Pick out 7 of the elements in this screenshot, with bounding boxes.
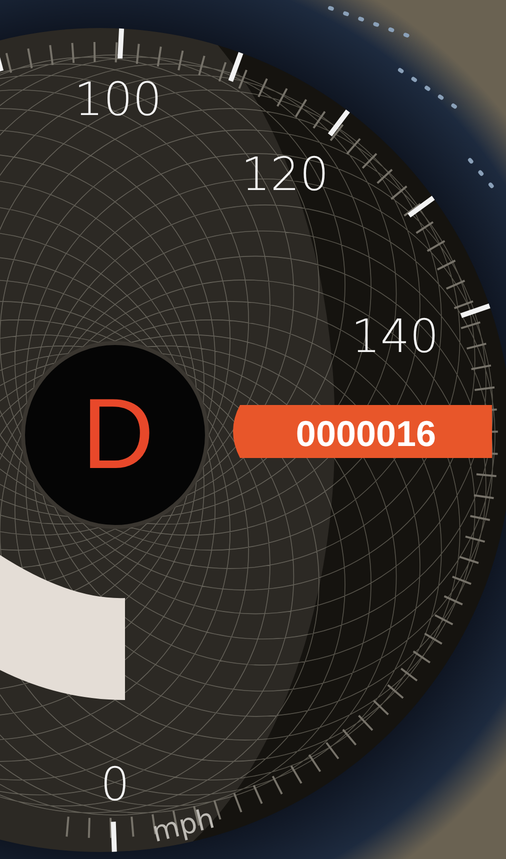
speed-label: 100 [74,72,162,126]
unit-label: mph [148,802,218,849]
gear-indicator: D [82,378,154,490]
speed-label: 0 [100,757,130,811]
odometer-reading: 0000016 [296,413,436,454]
speed-label: 120 [241,147,329,201]
speed-label: 140 [351,309,439,363]
